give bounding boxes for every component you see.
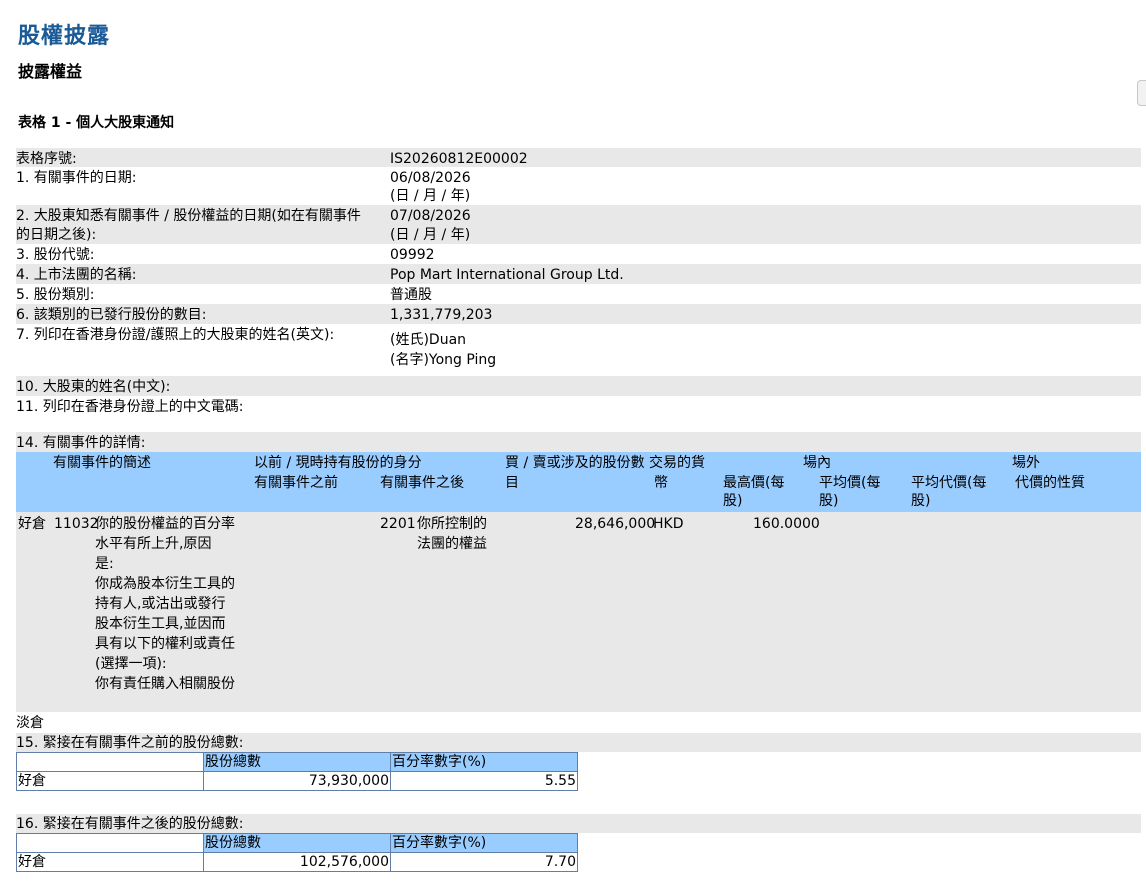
page-title: 股權披露 (18, 24, 111, 49)
row-currency: HKD (653, 516, 684, 532)
col-before: 有關事件之前 (254, 475, 338, 491)
row-label: 好倉 (16, 771, 204, 791)
after-totals-label: 16. 緊接在有關事件之後的股份總數: (16, 816, 244, 832)
field-value: IS20260812E00002 (390, 151, 528, 167)
field-label: 6. 該類別的已發行股份的數目: (16, 307, 207, 323)
row-highest-price: 160.0000 (753, 516, 820, 532)
desc-line: 是: (95, 556, 114, 572)
field-row-form-serial: 表格序號: IS20260812E00002 (16, 148, 1141, 167)
field-label: 1. 有關事件的日期: (16, 170, 137, 186)
after-totals-row: 16. 緊接在有關事件之後的股份總數: (16, 814, 1141, 833)
col-desc: 有關事件的簡述 (53, 455, 151, 471)
desc-line: 持有人,或沽出或發行 (95, 596, 226, 612)
field-label: 4. 上市法團的名稱: (16, 267, 137, 283)
col-on-exchange: 場內 (803, 455, 831, 471)
percentage-value: 7.70 (390, 852, 578, 872)
row-shares: 28,646,000 (575, 516, 656, 532)
field-row-aware-date: 2. 大股東知悉有關事件 / 股份權益的日期(如在有關事件 的日期之後): 07… (16, 205, 1141, 244)
field-value: 07/08/2026 (390, 208, 471, 224)
form-title: 表格 1 - 個人大股東通知 (18, 115, 175, 131)
field-value-given-name: (名字)Yong Ping (390, 352, 497, 368)
field-label: 5. 股份類別: (16, 287, 95, 303)
field-label: 14. 有關事件的詳情: (16, 435, 146, 451)
field-value-surname: (姓氏)Duan (390, 332, 467, 348)
col-capacity: 以前 / 現時持有股份的身分 (254, 455, 422, 471)
field-row-stock-code: 3. 股份代號: 09992 (16, 244, 1141, 264)
capacity-line: 法團的權益 (417, 536, 487, 552)
col-percentage: 百分率數字(%) (390, 833, 578, 853)
field-row-chinese-code: 11. 列印在香港身份證上的中文電碼: (16, 396, 1141, 416)
field-row-chinese-name: 10. 大股東的姓名(中文): (16, 376, 1141, 396)
row-capacity: 你所控制的 法團的權益 (417, 514, 487, 554)
side-tab-handle[interactable] (1137, 80, 1146, 106)
after-totals-table: 股份總數 百分率數字(%) 好倉 102,576,000 7.70 (16, 833, 578, 872)
row-capacity-code: 2201 (380, 516, 416, 532)
col-shares: 買 / 賣或涉及的股份數 (505, 455, 645, 471)
empty-cell (16, 752, 204, 772)
field-value: 06/08/2026 (390, 170, 471, 186)
col-average-cont: 股) (819, 493, 839, 509)
field-label: 表格序號: (16, 151, 77, 167)
col-currency-cont: 幣 (654, 475, 668, 491)
row-position: 好倉 (18, 516, 46, 532)
before-totals-row: 15. 緊接在有關事件之前的股份總數: (16, 733, 1141, 752)
field-row-corporation: 4. 上市法團的名稱: Pop Mart International Group… (16, 264, 1141, 284)
desc-line: 水平有所上升,原因 (95, 536, 212, 552)
field-label: 3. 股份代號: (16, 247, 95, 263)
field-row-issued-shares: 6. 該類別的已發行股份的數目: 1,331,779,203 (16, 304, 1141, 324)
row-event-code: 11032 (54, 516, 99, 532)
desc-line: (選擇一項): (95, 656, 167, 672)
event-table-header: 有關事件的簡述 以前 / 現時持有股份的身分 有關事件之前 有關事件之後 買 /… (16, 452, 1141, 512)
event-table-row: 好倉 11032 你的股份權益的百分率 水平有所上升,原因 是: 你成為股本衍生… (16, 512, 1141, 712)
field-label: 7. 列印在香港身份證/護照上的大股東的姓名(英文): (16, 327, 335, 343)
before-totals-table: 股份總數 百分率數字(%) 好倉 73,930,000 5.55 (16, 752, 578, 791)
field-row-event-date: 1. 有關事件的日期: 06/08/2026 (日 / 月 / 年) (16, 167, 1141, 205)
field-row-english-name: 7. 列印在香港身份證/護照上的大股東的姓名(英文): (姓氏)Duan (名字… (16, 324, 1141, 374)
field-row-share-class: 5. 股份類別: 普通股 (16, 284, 1141, 304)
field-value: 09992 (390, 247, 435, 263)
col-off-exchange: 場外 (1012, 455, 1040, 471)
row-description: 你的股份權益的百分率 水平有所上升,原因 是: 你成為股本衍生工具的 持有人,或… (95, 514, 235, 694)
col-total-shares: 股份總數 (203, 833, 391, 853)
field-label-cont: 的日期之後): (16, 227, 97, 243)
field-label: 2. 大股東知悉有關事件 / 股份權益的日期(如在有關事件 (16, 208, 361, 224)
desc-line: 你有責任購入相關股份 (95, 676, 235, 692)
percentage-value: 5.55 (390, 771, 578, 791)
field-value-format: (日 / 月 / 年) (390, 227, 471, 243)
short-position-label: 淡倉 (16, 715, 44, 731)
desc-line: 你的股份權益的百分率 (95, 516, 235, 532)
col-highest-cont: 股) (723, 493, 743, 509)
section-title: 披露權益 (18, 62, 83, 81)
row-label: 好倉 (16, 852, 204, 872)
field-value: 1,331,779,203 (390, 307, 493, 323)
col-shares-cont: 目 (505, 475, 519, 491)
col-after: 有關事件之後 (380, 475, 464, 491)
total-shares-value: 73,930,000 (203, 771, 391, 791)
col-nature: 代價的性質 (1015, 475, 1085, 491)
field-value-format: (日 / 月 / 年) (390, 188, 471, 204)
field-value: 普通股 (390, 287, 432, 303)
field-row-event-details: 14. 有關事件的詳情: (16, 432, 1141, 452)
desc-line: 股本衍生工具,並因而 (95, 616, 226, 632)
col-total-shares: 股份總數 (203, 752, 391, 772)
field-label: 11. 列印在香港身份證上的中文電碼: (16, 399, 244, 415)
col-percentage: 百分率數字(%) (390, 752, 578, 772)
col-avg-consideration-cont: 股) (911, 493, 931, 509)
capacity-line: 你所控制的 (417, 516, 487, 532)
before-totals-label: 15. 緊接在有關事件之前的股份總數: (16, 735, 244, 751)
empty-cell (16, 833, 204, 853)
desc-line: 你成為股本衍生工具的 (95, 576, 235, 592)
field-value: Pop Mart International Group Ltd. (390, 267, 624, 283)
col-currency: 交易的貨 (649, 455, 705, 471)
desc-line: 具有以下的權利或責任 (95, 636, 235, 652)
field-label: 10. 大股東的姓名(中文): (16, 379, 171, 395)
total-shares-value: 102,576,000 (203, 852, 391, 872)
